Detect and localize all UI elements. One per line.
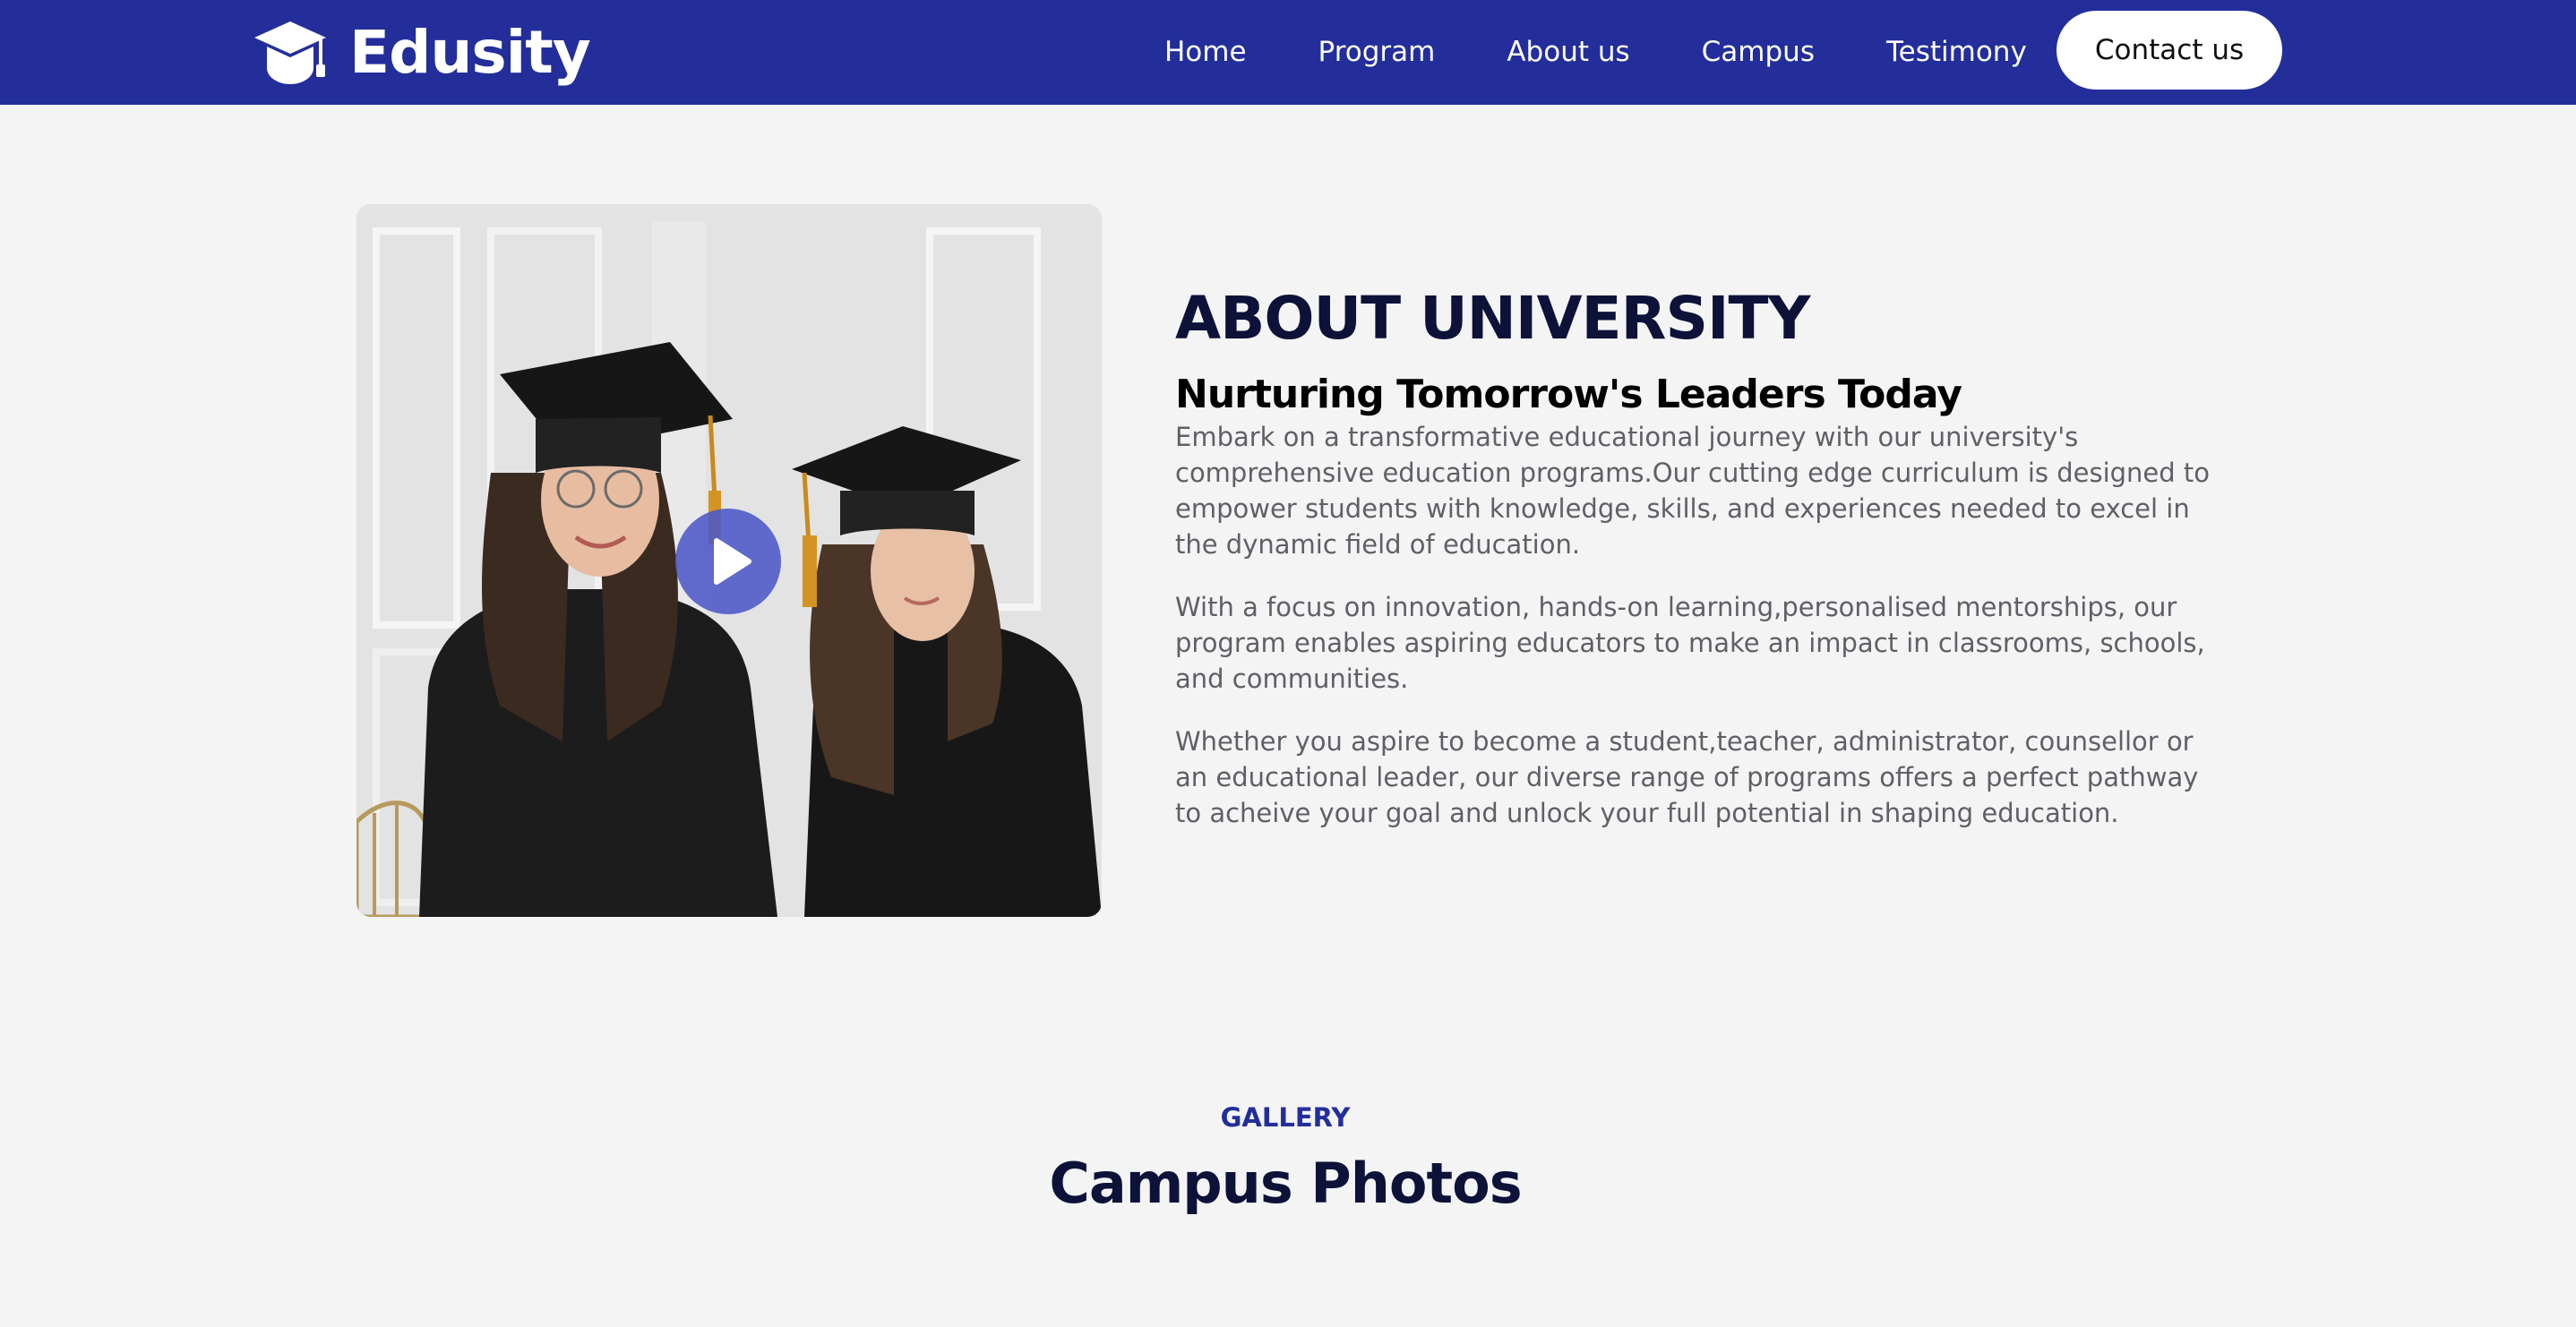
nav-link-home[interactable]: Home xyxy=(1164,39,1247,66)
gallery-title: Campus Photos xyxy=(1049,1151,1522,1216)
nav-link-program[interactable]: Program xyxy=(1318,39,1436,66)
about-subheading: Nurturing Tomorrow's Leaders Today xyxy=(1175,372,1962,417)
contact-us-button[interactable]: Contact us xyxy=(2057,11,2282,90)
nav-links: Home Program About us Campus Testimony xyxy=(1164,0,2027,105)
graduation-cap-icon xyxy=(254,21,326,84)
about-paragraph: Whether you aspire to become a student,t… xyxy=(1175,726,2199,828)
about-paragraph: Embark on a transformative educational j… xyxy=(1175,422,2211,560)
navbar: Edusity Home Program About us Campus Tes… xyxy=(0,0,2576,105)
nav-link-campus[interactable]: Campus xyxy=(1702,39,1815,66)
play-icon xyxy=(714,538,751,585)
about-paragraph: With a focus on innovation, hands-on lea… xyxy=(1175,592,2205,694)
about-image xyxy=(356,204,1102,917)
logo-text: Edusity xyxy=(349,18,591,87)
play-button[interactable] xyxy=(675,509,781,614)
nav-link-about-us[interactable]: About us xyxy=(1507,39,1629,66)
about-heading: ABOUT UNIVERSITY xyxy=(1175,284,1810,353)
gallery-label: GALLERY xyxy=(1220,1102,1351,1133)
nav-link-testimony[interactable]: Testimony xyxy=(1886,39,2027,66)
about-text: ABOUT UNIVERSITY Nurturing Tomorrow's Le… xyxy=(1175,279,2223,831)
logo[interactable]: Edusity xyxy=(253,14,591,91)
